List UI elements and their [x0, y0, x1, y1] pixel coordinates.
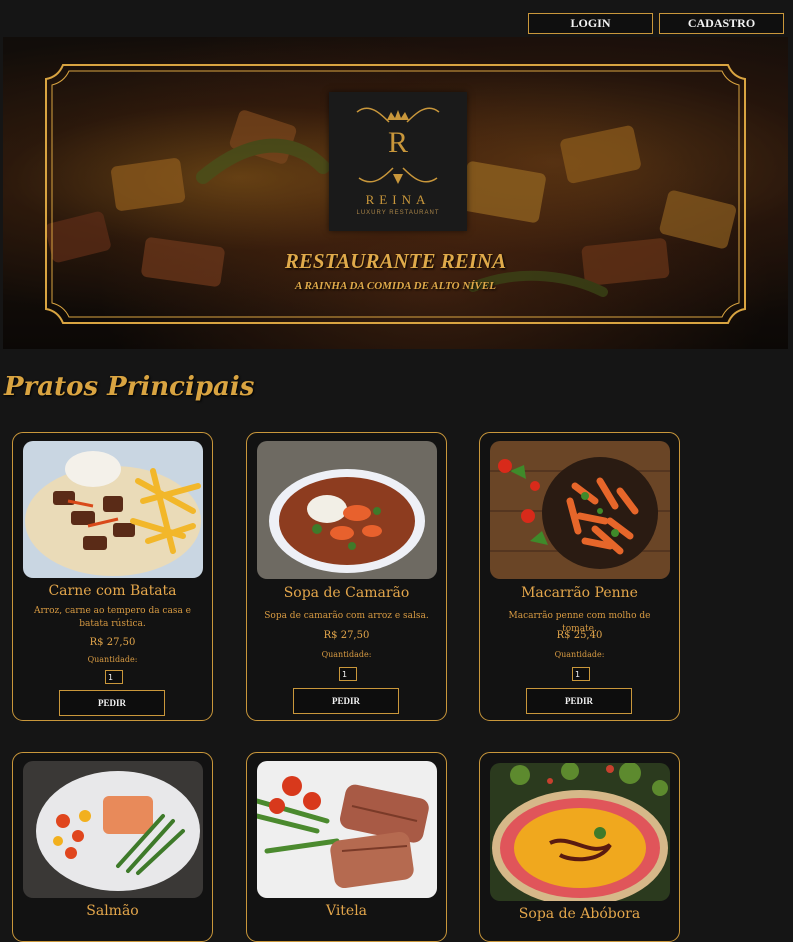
- hero-banner: R REINA LUXURY RESTAURANT RESTAURANTE RE…: [3, 37, 788, 349]
- login-button[interactable]: LOGIN: [528, 13, 653, 34]
- quantity-label: Quantidade:: [554, 650, 605, 659]
- logo-name: REINA: [365, 192, 431, 207]
- signup-button[interactable]: CADASTRO: [659, 13, 784, 34]
- dish-price: R$ 27,50: [89, 637, 136, 648]
- order-button[interactable]: PEDIR: [59, 690, 165, 716]
- dish-name: Vitela: [325, 903, 368, 919]
- dish-name: Macarrão Penne: [521, 585, 638, 601]
- dish-description: Arroz, carne ao tempero da casa e batata…: [33, 606, 192, 629]
- dish-image: [257, 761, 437, 898]
- quantity-input[interactable]: [339, 667, 357, 681]
- dish-card: Sopa de Camarão Sopa de camarão com arro…: [246, 432, 447, 721]
- dish-price: R$ 27,50: [323, 630, 370, 641]
- dish-image: [490, 763, 670, 901]
- hero-subtitle: A RAINHA DA COMIDA DE ALTO NÍVEL: [295, 280, 496, 292]
- order-button[interactable]: PEDIR: [526, 688, 632, 714]
- dish-description: Sopa de camarão com arroz e salsa.: [264, 611, 429, 621]
- dish-image: [257, 441, 437, 579]
- section-title: Pratos Principais: [4, 372, 255, 402]
- logo-tagline: LUXURY RESTAURANT: [356, 210, 440, 216]
- dish-name: Sopa de Abóbora: [518, 906, 641, 922]
- dish-card: Sopa de Abóbora: [479, 752, 680, 942]
- dish-card: Carne com Batata Arroz, carne ao tempero…: [12, 432, 213, 721]
- dish-price: R$ 25,40: [556, 630, 603, 641]
- quantity-label: Quantidade:: [321, 650, 372, 659]
- quantity-label: Quantidade:: [87, 655, 138, 664]
- order-button[interactable]: PEDIR: [293, 688, 399, 714]
- dish-card: Macarrão Penne Macarrão penne com molho …: [479, 432, 680, 721]
- hero-title: RESTAURANTE REINA: [284, 249, 507, 273]
- dish-name: Carne com Batata: [48, 583, 177, 599]
- dish-card: Vitela: [246, 752, 447, 942]
- dish-image: [490, 441, 670, 579]
- dish-image: [23, 441, 203, 578]
- dish-name: Salmão: [86, 903, 139, 919]
- dish-card: Salmão: [12, 752, 213, 942]
- quantity-input[interactable]: [572, 667, 590, 681]
- quantity-input[interactable]: [105, 670, 123, 684]
- dish-image: [23, 761, 203, 898]
- dish-name: Sopa de Camarão: [283, 585, 410, 601]
- logo-letter: R: [387, 126, 408, 159]
- restaurant-logo: R REINA LUXURY RESTAURANT: [329, 92, 467, 231]
